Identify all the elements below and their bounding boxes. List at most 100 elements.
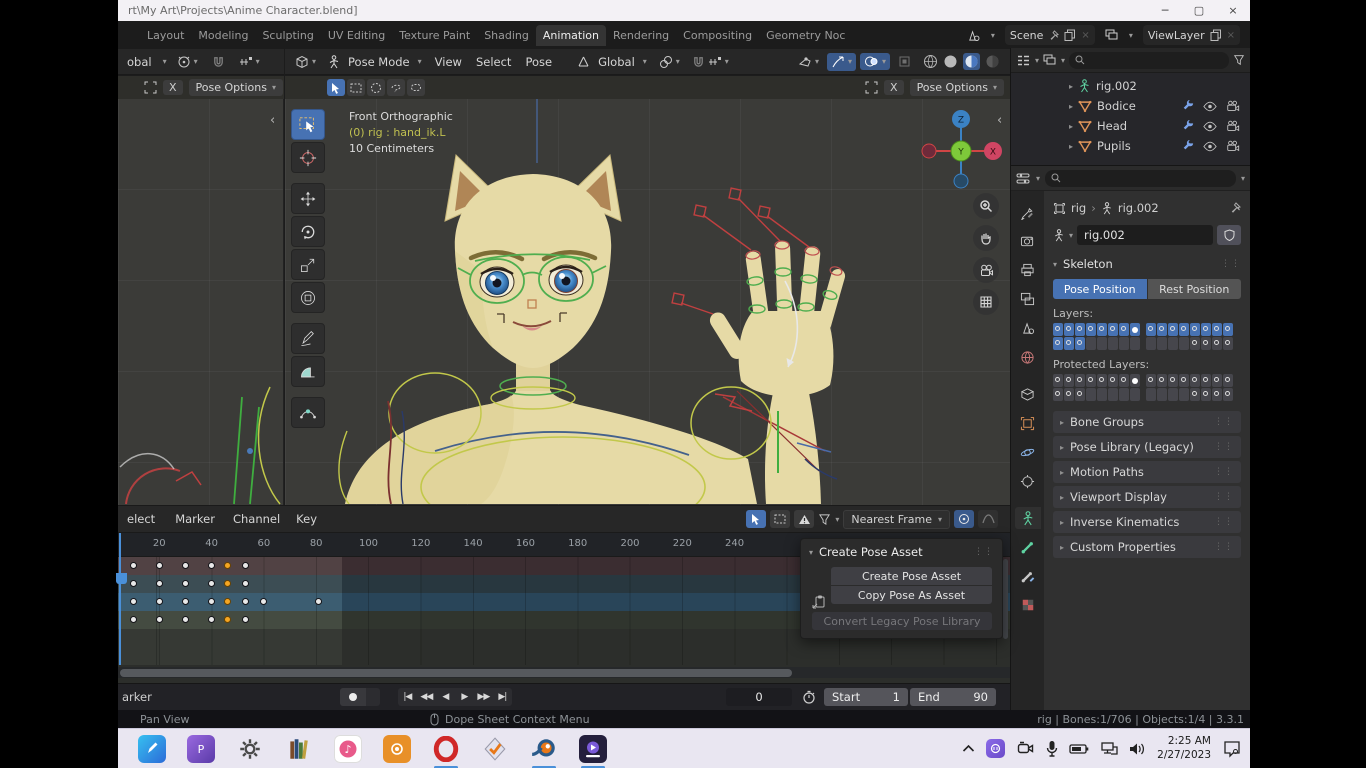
section-inverse-kinematics[interactable]: ▸Inverse Kinematics⋮⋮: [1053, 511, 1241, 533]
keyframe-dot[interactable]: [242, 562, 249, 569]
tab-layout[interactable]: Layout: [140, 25, 191, 46]
outliner-item-name[interactable]: Pupils: [1097, 139, 1131, 153]
disclosure-icon[interactable]: ▸: [1069, 142, 1073, 151]
rest-position-button[interactable]: Rest Position: [1148, 279, 1242, 299]
layer-cell[interactable]: [1097, 374, 1107, 387]
layer-cell[interactable]: [1146, 374, 1156, 387]
layer-cell[interactable]: [1190, 323, 1200, 336]
layer-cell[interactable]: [1108, 374, 1118, 387]
layer-cell[interactable]: [1130, 374, 1140, 387]
layer-cell[interactable]: [1064, 337, 1074, 350]
layer-cell[interactable]: [1053, 337, 1063, 350]
overlays-toggle[interactable]: ▾: [860, 53, 890, 70]
layer-cell[interactable]: [1130, 388, 1140, 401]
layer-cell[interactable]: [1119, 388, 1129, 401]
pivot-point-icon[interactable]: ▾: [173, 53, 202, 71]
tab-texture-paint[interactable]: Texture Paint: [392, 25, 477, 46]
taskbar-app-drawing-app[interactable]: [137, 734, 167, 764]
taskbar-app-settings-gear[interactable]: [235, 734, 265, 764]
outliner-item-name[interactable]: Bodice: [1097, 99, 1136, 113]
keyframe-dot[interactable]: [224, 598, 231, 605]
mirror-x-button[interactable]: X: [884, 80, 904, 95]
keyframe-dot[interactable]: [156, 616, 163, 623]
disable-render-icon[interactable]: [1226, 100, 1240, 112]
layer-cell[interactable]: [1168, 323, 1178, 336]
current-frame-field[interactable]: 0: [726, 688, 792, 706]
properties-tab-render[interactable]: [1015, 230, 1041, 252]
layer-cell[interactable]: [1064, 323, 1074, 336]
shading-wireframe-icon[interactable]: [923, 54, 938, 69]
disclosure-icon[interactable]: ▸: [1069, 82, 1073, 91]
layer-cell[interactable]: [1179, 388, 1189, 401]
box-select-button[interactable]: [770, 510, 790, 528]
end-frame-field[interactable]: End 90: [910, 688, 996, 706]
breadcrumb-data[interactable]: rig.002: [1118, 201, 1159, 215]
taskbar-app-media-player[interactable]: [578, 734, 608, 764]
properties-tab-object[interactable]: [1015, 412, 1041, 434]
properties-display-chevron[interactable]: ▾: [1036, 174, 1040, 183]
layer-cell[interactable]: [1108, 323, 1118, 336]
tray-microphone-icon[interactable]: [1046, 740, 1058, 757]
next-keyframe-button[interactable]: ▶▶: [474, 688, 493, 706]
snap-settings-icon[interactable]: ▾: [235, 54, 264, 70]
layer-cell[interactable]: [1212, 337, 1222, 350]
layer-cell[interactable]: [1223, 337, 1233, 350]
layer-cell[interactable]: [1146, 337, 1156, 350]
select-circle-mode-button[interactable]: [367, 79, 385, 96]
filter-chevron[interactable]: ▾: [835, 515, 839, 524]
copy-pose-as-asset-button[interactable]: Copy Pose As Asset: [831, 586, 992, 604]
outliner-search-input[interactable]: [1069, 52, 1229, 69]
popup-header[interactable]: ▾ Create Pose Asset ⋮⋮: [801, 539, 1002, 567]
orientation-label-truncated[interactable]: obal: [122, 55, 157, 69]
properties-tab-collection[interactable]: [1015, 383, 1041, 405]
snap-magnet-icon[interactable]: ▾: [688, 53, 733, 70]
layer-cell[interactable]: [1223, 388, 1233, 401]
snapping-pair-icon[interactable]: ▾: [655, 53, 684, 71]
layer-cell[interactable]: [1168, 388, 1178, 401]
keyframe-dot[interactable]: [130, 580, 137, 587]
transform-orientation[interactable]: Global ▾: [573, 53, 651, 71]
keyframe-dot[interactable]: [242, 616, 249, 623]
navigation-gizmo[interactable]: Z X Y: [915, 107, 1007, 193]
datablock-name-input[interactable]: rig.002: [1077, 225, 1213, 245]
layer-cell[interactable]: [1179, 323, 1189, 336]
layer-cell[interactable]: [1157, 388, 1167, 401]
keyframe-dot[interactable]: [156, 562, 163, 569]
taskbar-app-screen-recorder[interactable]: [382, 734, 412, 764]
mode-selector[interactable]: Pose Mode ▾: [324, 53, 426, 71]
armature-layers-grid[interactable]: [1053, 323, 1241, 350]
keyframe-dot[interactable]: [315, 598, 322, 605]
disable-render-icon[interactable]: [1226, 120, 1240, 132]
tool-measure[interactable]: [291, 356, 325, 387]
layer-cell[interactable]: [1097, 388, 1107, 401]
properties-tab-armature-data[interactable]: [1015, 507, 1041, 529]
zoom-icon[interactable]: [973, 193, 999, 219]
layer-cell[interactable]: [1075, 323, 1085, 336]
properties-tab-tool[interactable]: [1015, 201, 1041, 223]
tab-shading[interactable]: Shading: [477, 25, 536, 46]
taskbar-app-itunes[interactable]: ♪: [333, 734, 363, 764]
outliner-row-bodice[interactable]: ▸Bodice: [1011, 96, 1250, 116]
properties-search-input[interactable]: [1045, 170, 1236, 187]
disable-render-icon[interactable]: [1226, 140, 1240, 152]
section-viewport-display[interactable]: ▸Viewport Display⋮⋮: [1053, 486, 1241, 508]
breadcrumb-object[interactable]: rig: [1071, 201, 1086, 215]
tool-pose-breakdowner[interactable]: [291, 397, 325, 428]
layer-cell[interactable]: [1064, 388, 1074, 401]
taskbar-clock[interactable]: 2:25 AM 2/27/2023: [1157, 735, 1211, 761]
layer-cell[interactable]: [1053, 388, 1063, 401]
layer-cell[interactable]: [1075, 374, 1085, 387]
disclosure-icon[interactable]: ▸: [1069, 122, 1073, 131]
outliner-row-rig-002[interactable]: ▸rig.002: [1011, 76, 1250, 96]
layer-cell[interactable]: [1086, 323, 1096, 336]
collapse-arrow-icon[interactable]: ‹: [270, 113, 275, 128]
minimize-button[interactable]: ─: [1148, 0, 1182, 21]
auto-keying-record-button[interactable]: [340, 688, 366, 706]
jump-start-button[interactable]: |◀: [398, 688, 417, 706]
layer-cell[interactable]: [1223, 323, 1233, 336]
keyframe-dot[interactable]: [242, 580, 249, 587]
outliner-mode-chevron[interactable]: ▾: [1035, 56, 1039, 65]
filter-icon[interactable]: [818, 513, 831, 526]
section-motion-paths[interactable]: ▸Motion Paths⋮⋮: [1053, 461, 1241, 483]
prev-keyframe-button[interactable]: ◀◀: [417, 688, 436, 706]
